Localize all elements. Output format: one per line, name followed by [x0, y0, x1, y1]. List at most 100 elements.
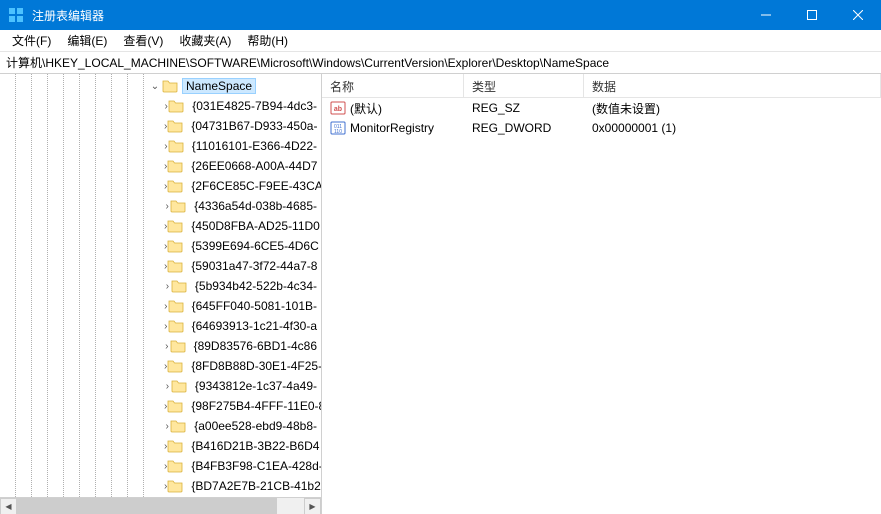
value-name: (默认): [350, 100, 382, 117]
menu-bar: 文件(F) 编辑(E) 查看(V) 收藏夹(A) 帮助(H): [0, 30, 881, 52]
tree-node-label: {645FF040-5081-101B-: [188, 298, 321, 314]
content-area: ⌄NameSpace›{031E4825-7B94-4dc3-›{04731B6…: [0, 74, 881, 514]
folder-icon: [167, 459, 183, 473]
tree-node-label: {031E4825-7B94-4dc3-: [188, 98, 321, 114]
binary-value-icon: 011110: [330, 120, 346, 136]
folder-icon: [167, 219, 183, 233]
folder-icon: [168, 299, 184, 313]
tree-node[interactable]: ›{031E4825-7B94-4dc3-: [0, 96, 321, 116]
value-type: REG_SZ: [464, 101, 584, 115]
folder-icon: [171, 279, 187, 293]
tree-node[interactable]: ›{98F275B4-4FFF-11E0-8: [0, 396, 321, 416]
value-row[interactable]: ab (默认) REG_SZ(数值未设置): [322, 98, 881, 118]
tree-node-label: {4336a54d-038b-4685-: [190, 198, 321, 214]
window-title: 注册表编辑器: [32, 7, 743, 24]
tree-node-label: NameSpace: [182, 78, 256, 94]
close-button[interactable]: [835, 0, 881, 30]
tree-node-label: {26EE0668-A00A-44D7: [187, 158, 321, 174]
value-data: (数值未设置): [584, 100, 881, 117]
values-header: 名称 类型 数据: [322, 74, 881, 98]
maximize-button[interactable]: [789, 0, 835, 30]
tree-node[interactable]: ›{04731B67-D933-450a-: [0, 116, 321, 136]
tree-node[interactable]: ›{645FF040-5081-101B-: [0, 296, 321, 316]
folder-icon: [168, 319, 184, 333]
column-header-data[interactable]: 数据: [584, 74, 881, 97]
tree-node-label: {450D8FBA-AD25-11D0: [187, 218, 321, 234]
address-bar[interactable]: 计算机\HKEY_LOCAL_MACHINE\SOFTWARE\Microsof…: [0, 52, 881, 74]
menu-help[interactable]: 帮助(H): [239, 30, 296, 51]
expand-icon[interactable]: ›: [164, 381, 171, 392]
svg-text:110: 110: [334, 129, 342, 135]
collapse-icon[interactable]: ⌄: [148, 81, 162, 92]
tree-node[interactable]: ›{5399E694-6CE5-4D6C: [0, 236, 321, 256]
tree-node-label: {89D83576-6BD1-4c86: [190, 338, 321, 354]
folder-icon: [167, 179, 183, 193]
tree-node-label: {a00ee528-ebd9-48b8-: [190, 418, 321, 434]
minimize-button[interactable]: [743, 0, 789, 30]
folder-icon: [170, 339, 186, 353]
folder-icon: [167, 239, 183, 253]
tree-node[interactable]: ›{450D8FBA-AD25-11D0: [0, 216, 321, 236]
tree-node[interactable]: ›{8FD8B88D-30E1-4F25-: [0, 356, 321, 376]
menu-view[interactable]: 查看(V): [115, 30, 171, 51]
value-type: REG_DWORD: [464, 121, 584, 135]
scroll-thumb[interactable]: [17, 498, 277, 514]
tree-node[interactable]: ›{a00ee528-ebd9-48b8-: [0, 416, 321, 436]
scroll-left-button[interactable]: ◀: [0, 498, 17, 514]
menu-file[interactable]: 文件(F): [4, 30, 59, 51]
folder-icon: [171, 379, 187, 393]
tree-node[interactable]: › {5b934b42-522b-4c34-: [0, 276, 321, 296]
folder-icon: [170, 199, 186, 213]
tree-node[interactable]: › {9343812e-1c37-4a49-: [0, 376, 321, 396]
column-header-name[interactable]: 名称: [322, 74, 464, 97]
tree-node-label: {5399E694-6CE5-4D6C: [187, 238, 321, 254]
tree-horizontal-scrollbar[interactable]: ◀ ▶: [0, 497, 321, 514]
tree-node-label: {04731B67-D933-450a-: [187, 118, 321, 134]
scroll-track[interactable]: [17, 498, 304, 514]
window-controls: [743, 0, 881, 30]
values-pane: 名称 类型 数据 ab (默认) REG_SZ(数值未设置) 011110 Monito…: [322, 74, 881, 514]
tree-pane: ⌄NameSpace›{031E4825-7B94-4dc3-›{04731B6…: [0, 74, 322, 514]
folder-icon: [170, 419, 186, 433]
tree-node-label: {9343812e-1c37-4a49-: [191, 378, 321, 394]
tree-node[interactable]: ›{64693913-1c21-4f30-a: [0, 316, 321, 336]
folder-icon: [167, 359, 183, 373]
folder-icon: [167, 399, 183, 413]
tree-node[interactable]: ›{26EE0668-A00A-44D7: [0, 156, 321, 176]
value-row[interactable]: 011110 MonitorRegistry REG_DWORD0x00000001…: [322, 118, 881, 138]
menu-favorites[interactable]: 收藏夹(A): [171, 30, 239, 51]
tree-node[interactable]: ›{59031a47-3f72-44a7-8: [0, 256, 321, 276]
tree-node[interactable]: ›{B4FB3F98-C1EA-428d-: [0, 456, 321, 476]
folder-icon: [168, 139, 184, 153]
folder-icon: [167, 119, 183, 133]
expand-icon[interactable]: ›: [164, 281, 171, 292]
column-header-type[interactable]: 类型: [464, 74, 584, 97]
tree-node[interactable]: ›{4336a54d-038b-4685-: [0, 196, 321, 216]
tree-node-label: {59031a47-3f72-44a7-8: [187, 258, 321, 274]
tree-node-label: {5b934b42-522b-4c34-: [191, 278, 321, 294]
values-list[interactable]: ab (默认) REG_SZ(数值未设置) 011110 MonitorRegistry…: [322, 98, 881, 514]
tree-node[interactable]: ›{89D83576-6BD1-4c86: [0, 336, 321, 356]
tree-node-label: {98F275B4-4FFF-11E0-8: [187, 398, 321, 414]
scroll-right-button[interactable]: ▶: [304, 498, 321, 514]
tree-node[interactable]: ›{B416D21B-3B22-B6D4: [0, 436, 321, 456]
folder-icon: [167, 479, 183, 493]
tree-node[interactable]: ›{2F6CE85C-F9EE-43CA-: [0, 176, 321, 196]
value-data: 0x00000001 (1): [584, 121, 881, 135]
menu-edit[interactable]: 编辑(E): [59, 30, 115, 51]
tree-node[interactable]: ›{BD7A2E7B-21CB-41b2: [0, 476, 321, 496]
tree-node-label: {64693913-1c21-4f30-a: [188, 318, 321, 334]
svg-text:ab: ab: [334, 106, 342, 113]
folder-icon: [167, 159, 183, 173]
folder-icon: [167, 439, 183, 453]
value-name: MonitorRegistry: [350, 121, 434, 135]
address-text: 计算机\HKEY_LOCAL_MACHINE\SOFTWARE\Microsof…: [6, 54, 609, 71]
tree-node-namespace[interactable]: ⌄ NameSpace: [0, 76, 321, 96]
tree-node-label: {11016101-E366-4D22-: [188, 138, 321, 154]
tree-node[interactable]: ›{11016101-E366-4D22-: [0, 136, 321, 156]
tree-node-label: {8FD8B88D-30E1-4F25-: [187, 358, 321, 374]
string-value-icon: ab: [330, 100, 346, 116]
title-bar: 注册表编辑器: [0, 0, 881, 30]
tree-body[interactable]: ⌄NameSpace›{031E4825-7B94-4dc3-›{04731B6…: [0, 74, 321, 497]
tree-node-label: {BD7A2E7B-21CB-41b2: [187, 478, 321, 494]
